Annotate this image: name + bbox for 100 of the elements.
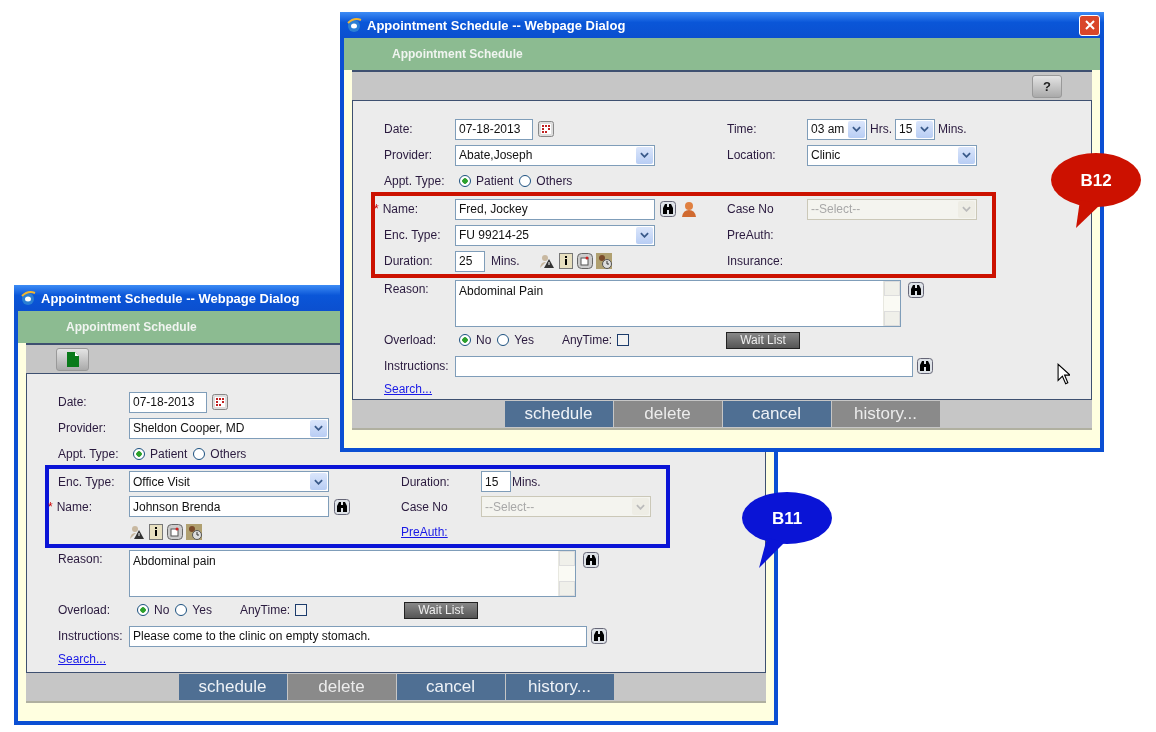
document-icon[interactable] <box>576 253 593 269</box>
radio-button[interactable] <box>133 448 145 460</box>
chevron-down-icon <box>958 146 975 164</box>
warning-icon[interactable] <box>129 523 145 540</box>
warning-icon[interactable] <box>538 253 555 269</box>
binoculars-icon[interactable] <box>583 552 599 568</box>
info-icon[interactable] <box>557 253 574 269</box>
unit-label: Hrs. <box>870 122 892 136</box>
callout-label: B11 <box>771 509 803 528</box>
field-label: Insurance: <box>727 254 785 268</box>
action-button[interactable]: cancel <box>722 401 831 427</box>
header-title: Appointment Schedule <box>392 47 523 61</box>
radio-button[interactable] <box>497 334 510 346</box>
field-label: Enc. Type: <box>58 474 116 489</box>
instructions-field[interactable] <box>455 355 913 377</box>
new-document-button[interactable] <box>56 347 89 371</box>
document-icon[interactable] <box>167 523 183 540</box>
encounter-type-dropdown[interactable]: Office Visit <box>129 471 329 492</box>
chevron-down-icon <box>632 498 649 515</box>
chevron-down-icon <box>636 146 653 164</box>
date-field[interactable]: 07-18-2013 <box>129 391 207 413</box>
hour-dropdown[interactable]: 03 am <box>807 118 867 140</box>
radio-button[interactable] <box>175 604 188 616</box>
field-label: Date: <box>384 122 414 136</box>
binoculars-icon[interactable] <box>591 628 607 644</box>
radio-label: No <box>476 333 492 347</box>
search-link[interactable]: Search... <box>384 382 433 396</box>
chevron-down-icon <box>636 226 653 244</box>
binoculars-icon[interactable] <box>917 358 933 374</box>
name-field[interactable]: Johnson Brenda <box>129 496 329 517</box>
field-label: Enc. Type: <box>384 228 442 242</box>
provider-dropdown[interactable]: Abate,Joseph <box>455 144 655 166</box>
clock-icon[interactable] <box>595 253 612 269</box>
radio-label: Yes <box>514 333 534 347</box>
person-icon[interactable] <box>681 201 697 217</box>
wait-list-button[interactable]: Wait List <box>726 331 800 349</box>
document-icon <box>66 351 79 367</box>
required-marker: * <box>48 499 53 514</box>
field-label: Overload: <box>384 333 438 347</box>
field-label: Case No <box>727 202 775 216</box>
radio-button[interactable] <box>459 334 471 346</box>
field-label: Provider: <box>384 148 434 162</box>
close-button[interactable] <box>1079 14 1100 36</box>
calendar-icon[interactable] <box>538 121 554 137</box>
info-icon[interactable] <box>148 523 164 540</box>
unit-label: Mins. <box>512 474 541 489</box>
duration-field[interactable]: 15 <box>481 471 511 492</box>
field-label: Case No <box>401 499 449 514</box>
reason-text-area[interactable]: Abdominal pain <box>129 550 576 597</box>
field-label: AnyTime: <box>239 603 291 617</box>
action-button[interactable]: history... <box>505 674 614 700</box>
radio-button[interactable] <box>137 604 149 616</box>
binoculars-icon[interactable] <box>660 201 676 217</box>
scrollbar[interactable] <box>883 281 900 326</box>
unit-label: Mins. <box>491 254 520 268</box>
instructions-field[interactable]: Please come to the clinic on empty stomach. <box>129 625 587 647</box>
checkbox[interactable] <box>295 604 308 616</box>
browser-icon <box>20 290 36 306</box>
action-button[interactable]: schedule <box>504 401 613 427</box>
radio-label: No <box>154 603 170 617</box>
chevron-down-icon <box>310 419 327 437</box>
field-label: Time: <box>727 122 758 136</box>
provider-dropdown[interactable]: Sheldon Cooper, MD <box>129 417 329 439</box>
field-label: Duration: <box>401 474 451 489</box>
binoculars-icon[interactable] <box>908 282 924 298</box>
help-button[interactable]: ? <box>1032 74 1062 98</box>
field-label: AnyTime: <box>561 333 613 347</box>
field-label: Appt. Type: <box>58 447 120 461</box>
unit-label: Mins. <box>938 122 967 136</box>
radio-button[interactable] <box>193 448 206 460</box>
checkbox[interactable] <box>617 334 630 346</box>
field-label: Reason: <box>384 281 430 296</box>
field-label: PreAuth: <box>727 228 774 242</box>
action-button[interactable]: schedule <box>178 674 287 700</box>
radio-label: Yes <box>192 603 212 617</box>
wait-list-button[interactable]: Wait List <box>404 601 478 619</box>
minute-dropdown[interactable]: 15 <box>895 118 935 140</box>
duration-field[interactable]: 25 <box>455 250 485 272</box>
scrollbar[interactable] <box>558 551 575 596</box>
reason-text-area[interactable]: Abdominal Pain <box>455 280 901 327</box>
preauth-link[interactable]: PreAuth: <box>401 524 448 539</box>
field-label: Name: <box>382 202 418 216</box>
chevron-down-icon <box>916 120 933 138</box>
clock-icon[interactable] <box>186 523 202 540</box>
field-label: Appt. Type: <box>384 174 446 188</box>
chevron-down-icon <box>848 120 865 138</box>
location-dropdown[interactable]: Clinic <box>807 144 977 166</box>
encounter-type-dropdown[interactable]: FU 99214-25 <box>455 224 655 246</box>
search-link[interactable]: Search... <box>58 652 107 666</box>
radio-label: Patient <box>476 174 514 188</box>
binoculars-icon[interactable] <box>334 498 350 515</box>
action-button[interactable]: cancel <box>396 674 505 700</box>
name-field[interactable]: Fred, Jockey <box>455 198 655 220</box>
browser-icon <box>346 17 362 33</box>
calendar-icon[interactable] <box>212 394 228 410</box>
date-field[interactable]: 07-18-2013 <box>455 118 533 140</box>
radio-button[interactable] <box>459 175 471 187</box>
close-icon <box>1084 20 1095 30</box>
radio-button[interactable] <box>519 175 532 187</box>
field-label: Provider: <box>58 421 108 435</box>
